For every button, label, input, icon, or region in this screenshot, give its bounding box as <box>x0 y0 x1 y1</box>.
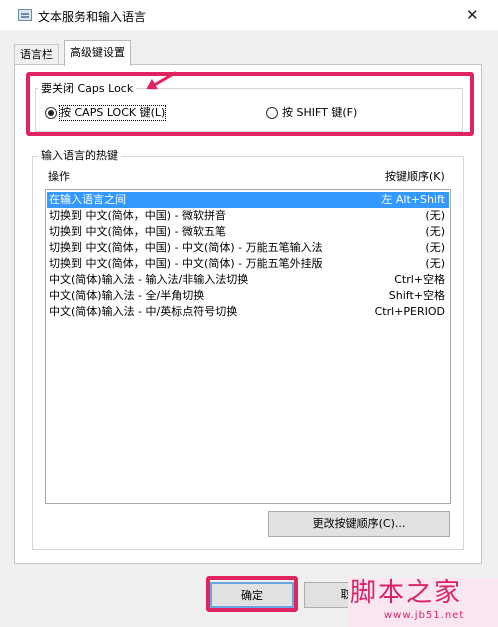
annotation-highlight-ok <box>206 576 298 612</box>
hotkey-action: 中文(简体)输入法 - 全/半角切换 <box>49 289 205 302</box>
window-title: 文本服务和输入语言 <box>38 10 147 24</box>
hotkey-keys: (无) <box>425 209 445 222</box>
hotkey-row[interactable]: 切换到 中文(简体，中国) - 微软五笔 (无) <box>47 224 449 240</box>
hotkey-row[interactable]: 中文(简体)输入法 - 输入法/非输入法切换 Ctrl+空格 <box>47 272 449 288</box>
hotkey-row[interactable]: 切换到 中文(简体，中国) - 中文(简体) - 万能五笔外挂版 (无) <box>47 256 449 272</box>
hotkey-row[interactable]: 中文(简体)输入法 - 全/半角切换 Shift+空格 <box>47 288 449 304</box>
tab-language-bar[interactable]: 语言栏 <box>14 44 59 65</box>
watermark-url: www.jb51.net <box>384 610 465 621</box>
close-icon[interactable]: ✕ <box>466 6 479 24</box>
change-key-sequence-button[interactable]: 更改按键顺序(C)... <box>268 511 450 537</box>
hotkey-keys: (无) <box>425 241 445 254</box>
app-keyboard-icon <box>18 9 32 21</box>
hotkey-action: 中文(简体)输入法 - 输入法/非输入法切换 <box>49 273 249 286</box>
hotkey-keys: Ctrl+PERIOD <box>374 305 445 318</box>
tab-advanced-key-settings[interactable]: 高级键设置 <box>64 40 131 66</box>
hotkeys-group-label: 输入语言的热键 <box>38 149 121 163</box>
hotkey-keys: (无) <box>425 225 445 238</box>
hotkey-keys: 左 Alt+Shift <box>381 193 445 206</box>
column-header-key-sequence[interactable]: 按键顺序(K) <box>385 168 445 184</box>
hotkey-row[interactable]: 在输入语言之间 左 Alt+Shift <box>47 192 449 208</box>
column-header-action[interactable]: 操作 <box>48 168 70 184</box>
dialog-window: 文本服务和输入语言 ✕ 语言栏 高级键设置 要关闭 Caps Lock 按 CA… <box>0 0 498 627</box>
hotkey-action: 切换到 中文(简体，中国) - 微软拼音 <box>49 209 227 222</box>
hotkey-action: 切换到 中文(简体，中国) - 中文(简体) - 万能五笔输入法 <box>49 241 323 254</box>
hotkey-row[interactable]: 中文(简体)输入法 - 中/英标点符号切换 Ctrl+PERIOD <box>47 304 449 320</box>
hotkey-keys: Shift+空格 <box>388 289 445 302</box>
hotkey-keys: Ctrl+空格 <box>394 273 445 286</box>
hotkey-keys: (无) <box>425 257 445 270</box>
hotkey-row[interactable]: 切换到 中文(简体，中国) - 微软拼音 (无) <box>47 208 449 224</box>
hotkey-action: 中文(简体)输入法 - 中/英标点符号切换 <box>49 305 238 318</box>
title-bar[interactable]: 文本服务和输入语言 ✕ <box>0 0 498 30</box>
annotation-highlight-caps-lock <box>26 72 474 136</box>
hotkey-action: 切换到 中文(简体，中国) - 微软五笔 <box>49 225 227 238</box>
watermark-logo: 脚本之家 <box>350 578 463 608</box>
hotkey-row[interactable]: 切换到 中文(简体，中国) - 中文(简体) - 万能五笔输入法 (无) <box>47 240 449 256</box>
hotkey-action: 切换到 中文(简体，中国) - 中文(简体) - 万能五笔外挂版 <box>49 257 323 270</box>
hotkey-list[interactable]: 在输入语言之间 左 Alt+Shift 切换到 中文(简体，中国) - 微软拼音… <box>45 189 451 504</box>
hotkey-action: 在输入语言之间 <box>49 193 126 206</box>
